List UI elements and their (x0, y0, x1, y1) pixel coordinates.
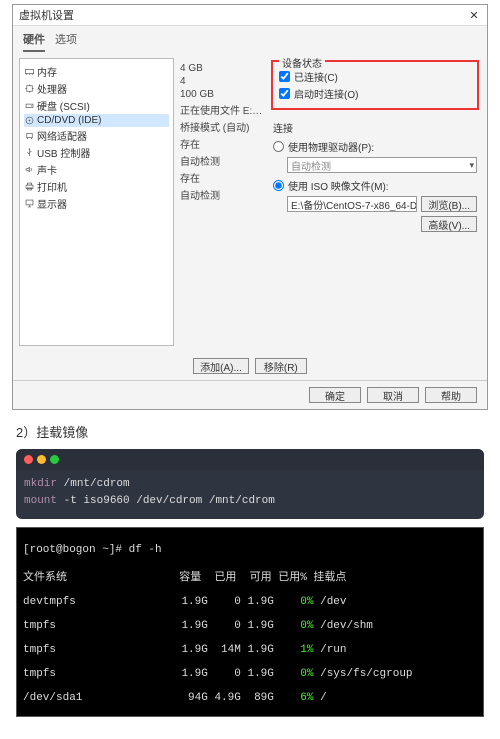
df-row: tmpfs 1.9G 0 1.9G 0% /dev/shm (23, 620, 477, 632)
usb-icon (24, 147, 35, 158)
hw-item-nic[interactable]: 网络适配器 (24, 127, 169, 144)
add-remove-buttons: 添加(A)... 移除(R) (13, 352, 487, 380)
tab-options[interactable]: 选项 (55, 28, 77, 52)
hw-label: 内存 (37, 64, 57, 79)
connection-title: 连接 (273, 120, 477, 135)
hw-label: 显示器 (37, 196, 67, 211)
use-iso-label: 使用 ISO 映像文件(M): (288, 178, 389, 193)
df-output: [root@bogon ~]# df -h 文件系统 容量 已用 可用 已用% … (16, 527, 484, 717)
use-physical-label: 使用物理驱动器(P): (288, 139, 374, 154)
connect-poweron-label: 启动时连接(O) (294, 86, 358, 101)
term-kw: mkdir (24, 478, 57, 490)
dialog-body: 内存 处理器 硬盘 (SCSI) CD/DVD (IDE) 网络适配器 USB … (13, 52, 487, 352)
display-icon (24, 198, 35, 209)
advanced-button[interactable]: 高级(V)... (421, 216, 477, 232)
term-line-1: mkdir /mnt/cdrom (24, 476, 476, 493)
close-icon[interactable]: ✕ (467, 8, 481, 22)
browse-button[interactable]: 浏览(B)... (421, 196, 477, 212)
device-status-title: 设备状态 (279, 55, 325, 70)
device-settings: 设备状态 已连接(C) 启动时连接(O) 连接 使用物理驱动器(P): (269, 58, 481, 346)
cancel-button[interactable]: 取消 (367, 387, 419, 403)
hw-item-memory[interactable]: 内存 (24, 63, 169, 80)
sum-cpu: 4 (180, 75, 265, 88)
connection-group: 连接 使用物理驱动器(P): 自动检测 ▾ 使用 ISO 映像文件(M): (271, 116, 479, 236)
vm-settings-dialog: 虚拟机设置 ✕ 硬件 选项 内存 处理器 硬盘 (SCSI) CD/DVD (I… (12, 4, 488, 410)
physical-drive-select[interactable]: 自动检测 ▾ (287, 157, 477, 173)
device-status-group: 设备状态 已连接(C) 启动时连接(O) (271, 60, 479, 110)
dialog-title: 虚拟机设置 (19, 7, 74, 23)
use-iso-input[interactable] (273, 180, 284, 191)
tabs: 硬件 选项 (13, 26, 487, 52)
terminal-body: mkdir /mnt/cdrom mount -t iso9660 /dev/c… (16, 470, 484, 519)
terminal-chrome (16, 449, 484, 470)
help-button[interactable]: 帮助 (425, 387, 477, 403)
step2-heading: 2）挂载镜像 (16, 422, 484, 441)
chevron-down-icon: ▾ (469, 160, 476, 171)
use-physical-radio[interactable]: 使用物理驱动器(P): (273, 138, 477, 155)
term-rest: /mnt/cdrom (57, 478, 130, 490)
hw-item-display[interactable]: 显示器 (24, 195, 169, 212)
hw-label: 处理器 (37, 81, 67, 96)
hw-item-printer[interactable]: 打印机 (24, 178, 169, 195)
titlebar: 虚拟机设置 ✕ (13, 5, 487, 26)
connected-checkbox[interactable]: 已连接(C) (279, 68, 471, 85)
df-row: /dev/sda1 94G 4.9G 89G 6% / (23, 692, 477, 704)
physical-drive-value: 自动检测 (291, 158, 331, 173)
sum-printer: 存在 (180, 169, 265, 186)
terminal-snippet: mkdir /mnt/cdrom mount -t iso9660 /dev/c… (16, 449, 484, 519)
mac-close-dot (24, 455, 33, 464)
hw-item-cdrom[interactable]: CD/DVD (IDE) (24, 114, 169, 127)
df-row: devtmpfs 1.9G 0 1.9G 0% /dev (23, 596, 477, 608)
term-line-2: mount -t iso9660 /dev/cdrom /mnt/cdrom (24, 493, 476, 510)
sum-display: 自动检测 (180, 186, 265, 203)
memory-icon (24, 66, 35, 77)
cpu-icon (24, 83, 35, 94)
term-kw: mount (24, 495, 57, 507)
add-button[interactable]: 添加(A)... (193, 358, 249, 374)
disk-icon (24, 100, 35, 111)
cd-icon (24, 115, 35, 126)
iso-path-value: E:\备份\CentOS-7-x86_64-D (291, 197, 417, 212)
hardware-list: 内存 处理器 硬盘 (SCSI) CD/DVD (IDE) 网络适配器 USB … (19, 58, 174, 346)
hw-item-disk[interactable]: 硬盘 (SCSI) (24, 97, 169, 114)
df-prompt: [root@bogon ~]# df -h (23, 544, 477, 556)
tab-hardware[interactable]: 硬件 (23, 28, 45, 52)
iso-path-select[interactable]: E:\备份\CentOS-7-x86_64-D ▾ (287, 196, 417, 212)
remove-button[interactable]: 移除(R) (255, 358, 307, 374)
sum-memory: 4 GB (180, 62, 265, 75)
connected-input[interactable] (279, 71, 290, 82)
connect-poweron-input[interactable] (279, 88, 290, 99)
sound-icon (24, 164, 35, 175)
nic-icon (24, 130, 35, 141)
hw-label: 硬盘 (SCSI) (37, 98, 90, 113)
dialog-footer: 确定 取消 帮助 (13, 380, 487, 409)
sum-cdrom: 正在使用文件 E:\备份\CentOS... (180, 101, 265, 118)
mac-max-dot (50, 455, 59, 464)
hw-label: 声卡 (37, 162, 57, 177)
sum-sound: 自动检测 (180, 152, 265, 169)
hw-label: 网络适配器 (37, 128, 87, 143)
hw-label: CD/DVD (IDE) (37, 115, 101, 126)
use-physical-input[interactable] (273, 141, 284, 152)
mac-min-dot (37, 455, 46, 464)
df-row: tmpfs 1.9G 0 1.9G 0% /sys/fs/cgroup (23, 668, 477, 680)
hw-item-cpu[interactable]: 处理器 (24, 80, 169, 97)
df-row: tmpfs 1.9G 14M 1.9G 1% /run (23, 644, 477, 656)
hw-item-usb[interactable]: USB 控制器 (24, 144, 169, 161)
term-rest: -t iso9660 /dev/cdrom /mnt/cdrom (57, 495, 275, 507)
hw-label: 打印机 (37, 179, 67, 194)
hw-item-sound[interactable]: 声卡 (24, 161, 169, 178)
use-iso-radio[interactable]: 使用 ISO 映像文件(M): (273, 177, 477, 194)
printer-icon (24, 181, 35, 192)
hardware-summary: 4 GB 4 100 GB 正在使用文件 E:\备份\CentOS... 桥接模… (180, 58, 265, 346)
ok-button[interactable]: 确定 (309, 387, 361, 403)
df-header: 文件系统 容量 已用 可用 已用% 挂载点 (23, 568, 477, 584)
sum-disk: 100 GB (180, 88, 265, 101)
hw-label: USB 控制器 (37, 145, 90, 160)
sum-nic: 桥接模式 (自动) (180, 118, 265, 135)
connect-poweron-checkbox[interactable]: 启动时连接(O) (279, 85, 471, 102)
connected-label: 已连接(C) (294, 69, 338, 84)
sum-usb: 存在 (180, 135, 265, 152)
